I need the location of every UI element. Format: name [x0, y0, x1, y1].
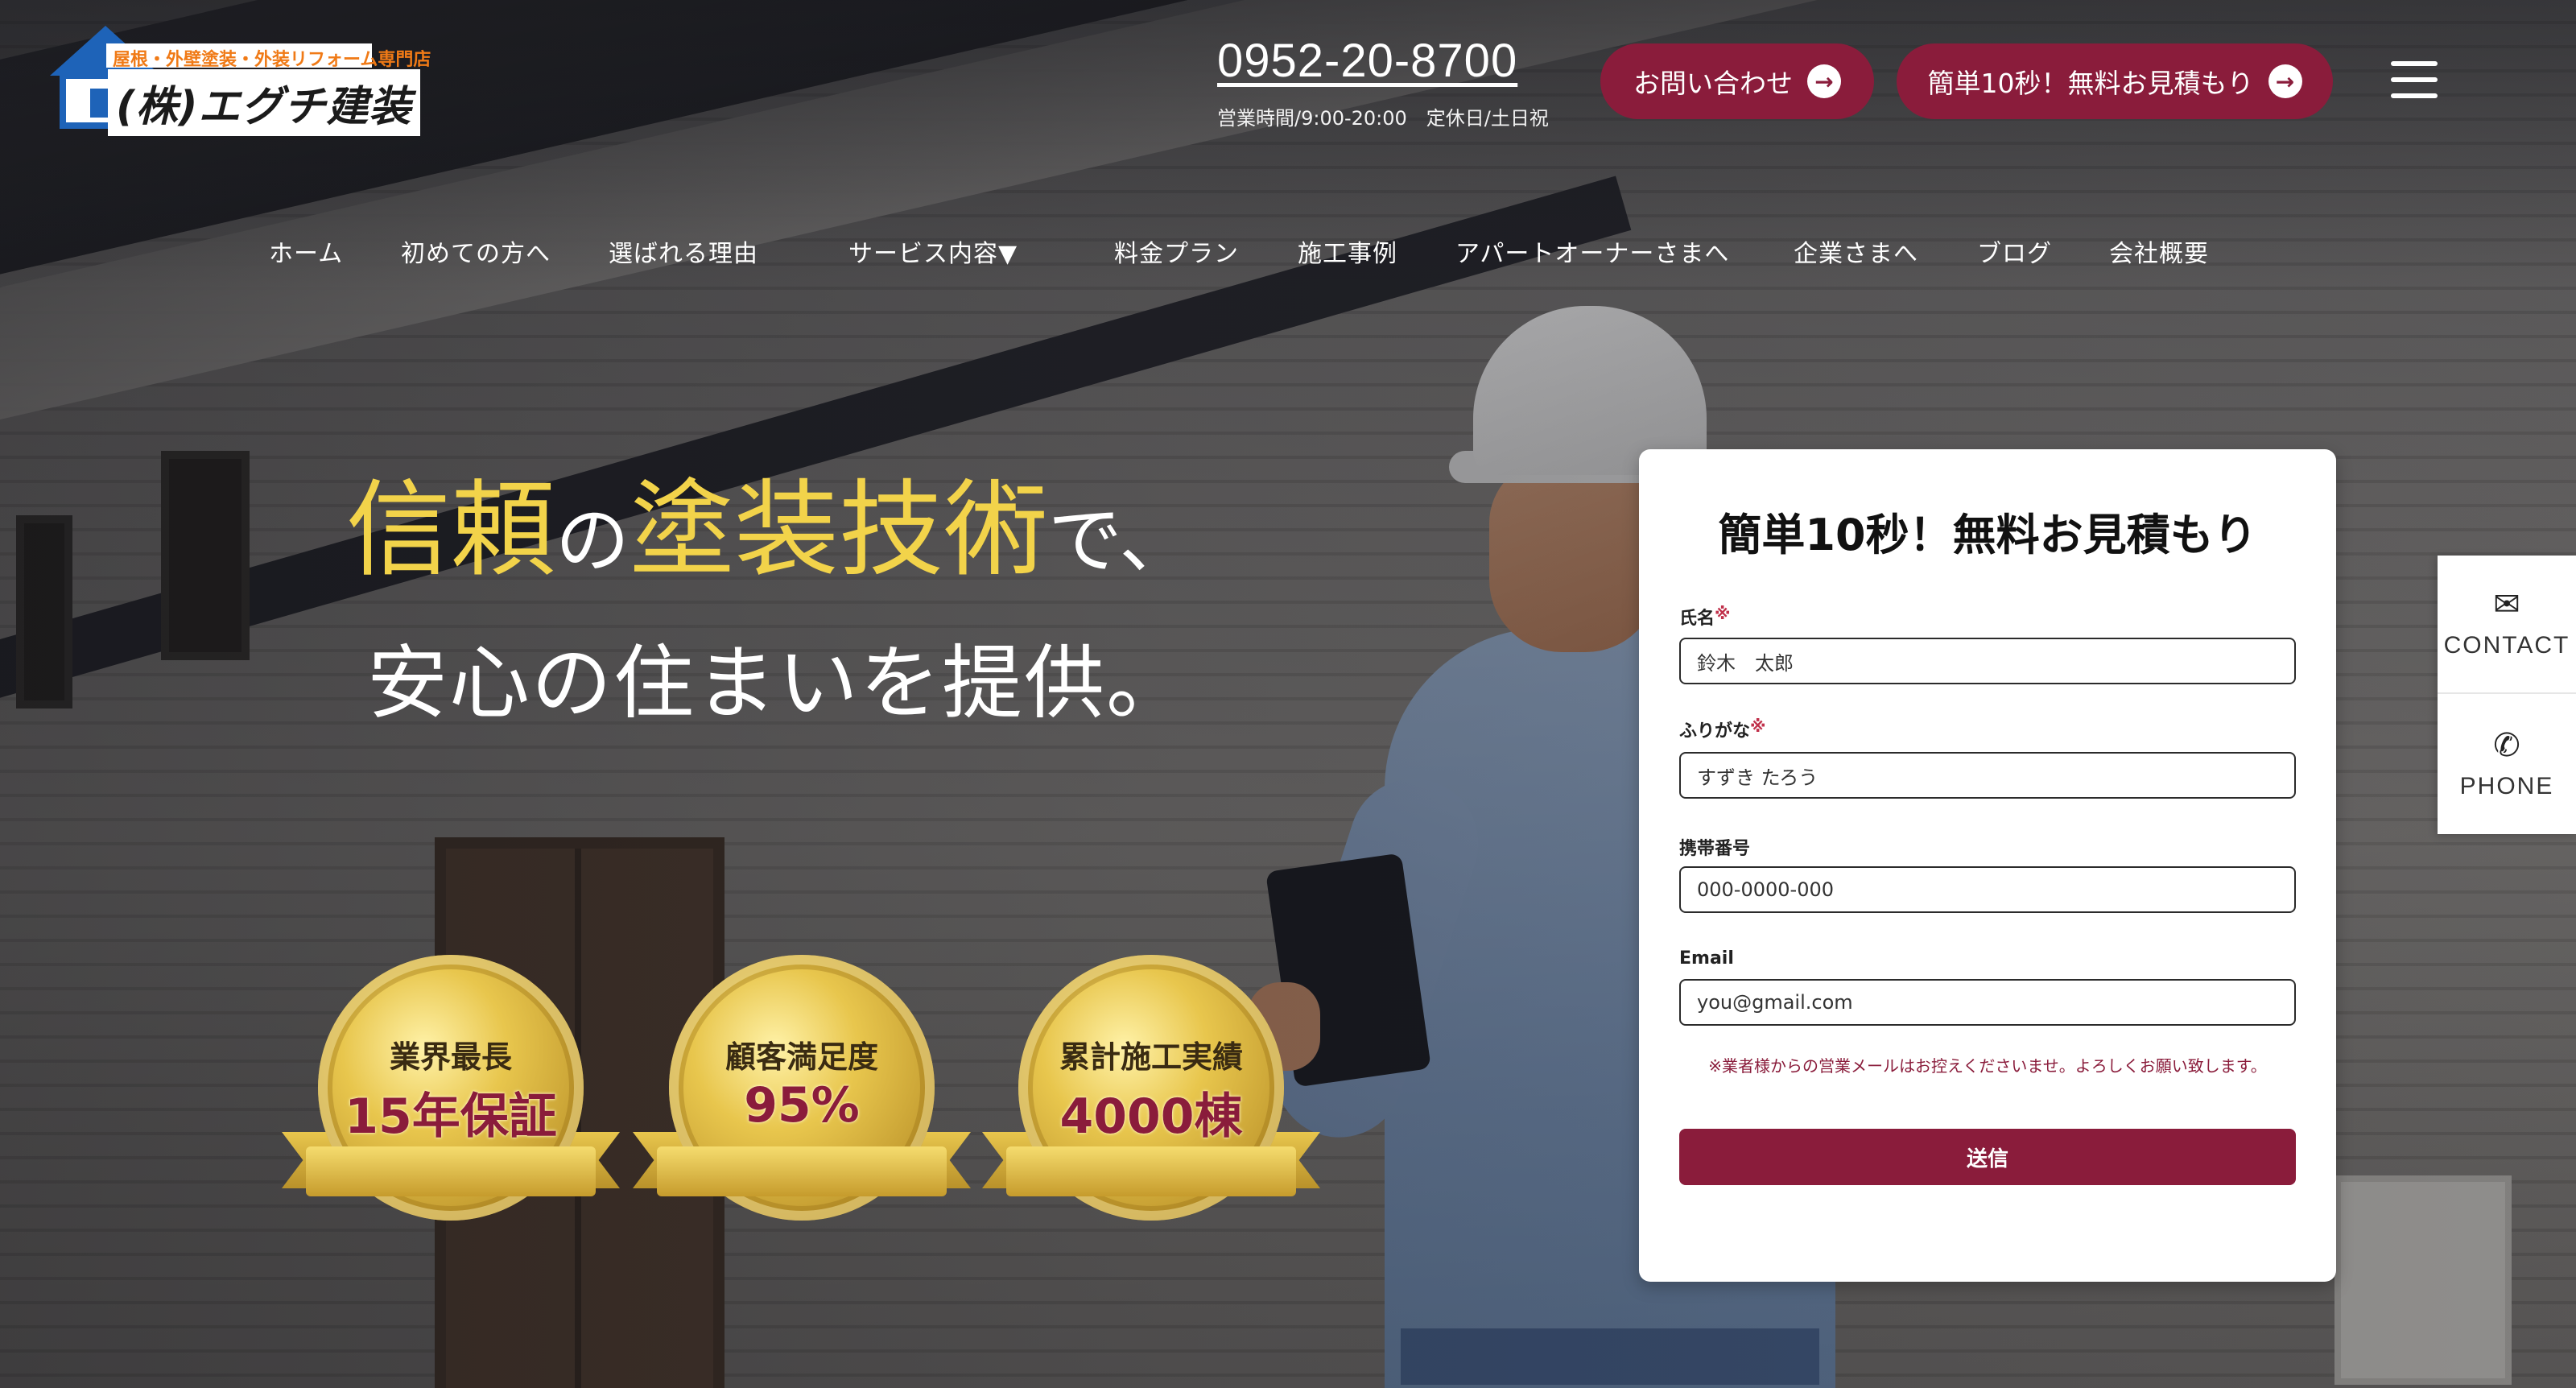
nav-home[interactable]: ホーム	[269, 233, 343, 269]
nav-pricing[interactable]: 料金プラン	[1114, 233, 1239, 269]
medal-warranty: 業界最長 15年保証	[282, 955, 620, 1229]
medal-value: 4000棟	[1059, 1089, 1243, 1145]
side-tab-contact-label: CONTACT	[2443, 632, 2570, 659]
side-tabs: ✉ CONTACT ✆ PHONE	[2438, 556, 2576, 834]
arrow-right-icon: →	[1807, 64, 1841, 98]
contact-button[interactable]: お問い合わせ →	[1600, 43, 1874, 119]
nav-companies[interactable]: 企業さまへ	[1794, 233, 1918, 269]
contact-button-label: お問い合わせ	[1633, 68, 1793, 99]
nav-cases[interactable]: 施工事例	[1298, 233, 1397, 269]
estimate-button-label: 簡単10秒！無料お見積もり	[1927, 68, 2254, 99]
side-tab-phone-label: PHONE	[2459, 773, 2554, 799]
header-phone-link[interactable]: 0952-20-8700	[1217, 34, 1555, 88]
nav-company-profile[interactable]: 会社概要	[2109, 233, 2209, 269]
headline-particle: の	[555, 498, 630, 584]
headline-suffix: で、	[1048, 498, 1194, 584]
email-field[interactable]: you@gmail.com	[1679, 979, 2296, 1026]
email-label: Email	[1679, 948, 1734, 969]
headline-painting-tech: 塗装技術	[630, 469, 1049, 591]
form-notice: ※業者様からの営業メールはお控えくださいませ。よろしくお願い致します。	[1708, 1056, 2267, 1076]
estimate-button[interactable]: 簡単10秒！無料お見積もり →	[1897, 43, 2333, 119]
nav-apartment-owners[interactable]: アパートオーナーさまへ	[1455, 233, 1729, 269]
arrow-right-icon: →	[2268, 64, 2302, 98]
estimate-form: 簡単10秒！無料お見積もり 氏名※ 鈴木 太郎 ふりがな※ すずき たろう 携帯…	[1639, 449, 2336, 1282]
medal-satisfaction: 顧客満足度 95%	[633, 955, 971, 1229]
nav-first-time[interactable]: 初めての方へ	[401, 233, 551, 269]
kana-label: ふりがな※	[1679, 717, 1766, 742]
headline-line-1: 信頼の塗装技術で、	[346, 475, 1312, 585]
side-tab-phone[interactable]: ✆ PHONE	[2438, 696, 2576, 834]
headline-line-2: 安心の住まいを提供。	[367, 635, 1188, 730]
mobile-label: 携帯番号	[1679, 839, 1751, 859]
submit-button[interactable]: 送信	[1679, 1129, 2296, 1185]
medal-track-record: 累計施工実績 4000棟	[982, 955, 1320, 1229]
logo-tagline: 屋根・外壁塗装・外装リフォーム専門店	[106, 43, 431, 70]
header-phone-block: 0952-20-8700 営業時間/9:00-20:00 定休日/土日祝	[1217, 34, 1555, 130]
nav-blog[interactable]: ブログ	[1977, 233, 2052, 269]
envelope-icon: ✉	[2493, 586, 2520, 623]
medal-caption: 累計施工実績	[1059, 1039, 1243, 1075]
kana-field[interactable]: すずき たろう	[1679, 752, 2296, 799]
side-tab-contact[interactable]: ✉ CONTACT	[2438, 556, 2576, 694]
medal-value: 15年保証	[345, 1089, 557, 1145]
phone-icon: ✆	[2493, 727, 2520, 764]
mobile-field[interactable]: 000-0000-000	[1679, 866, 2296, 913]
name-field[interactable]: 鈴木 太郎	[1679, 638, 2296, 684]
medal-value: 95%	[744, 1077, 860, 1134]
form-title: 簡単10秒！無料お見積もり	[1718, 510, 2257, 560]
medal-caption: 顧客満足度	[724, 1039, 878, 1075]
nav-services[interactable]: サービス内容▼	[848, 233, 1018, 269]
hero-headline: 信頼の塗装技術で、 安心の住まいを提供。	[346, 475, 1312, 734]
name-label: 氏名※	[1679, 604, 1731, 629]
nav-reasons[interactable]: 選ばれる理由	[609, 233, 758, 269]
hamburger-menu-icon[interactable]	[2391, 61, 2438, 98]
headline-trust: 信頼	[346, 469, 556, 591]
logo-company-name: (株)エグチ建装	[108, 69, 420, 136]
site-logo[interactable]: 屋根・外壁塗装・外装リフォーム専門店 (株)エグチ建装	[50, 26, 431, 136]
medal-caption: 業界最長	[389, 1039, 512, 1075]
business-hours: 営業時間/9:00-20:00 定休日/土日祝	[1217, 107, 1549, 130]
global-nav: ホーム 初めての方へ 選ばれる理由 サービス内容▼ 料金プラン 施工事例 アパー…	[0, 233, 2576, 274]
